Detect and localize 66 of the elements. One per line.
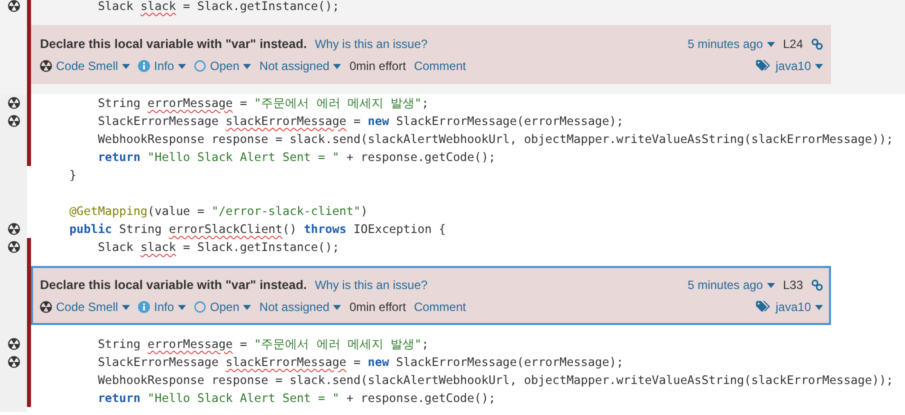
effort-label: 0min effort [349, 59, 406, 73]
why-link[interactable]: Why is this an issue? [314, 37, 428, 51]
radiation-icon[interactable] [8, 338, 20, 350]
info-icon [138, 301, 150, 313]
comment-link[interactable]: Comment [414, 300, 466, 314]
issue-card[interactable]: Declare this local variable with "var" instead. Why is this an issue? 5 minutes ago L24 Code Smell Info Open Not assigned 0min effort Comment java10 [31, 25, 831, 84]
caret-icon [178, 64, 186, 68]
caret-icon [122, 304, 130, 310]
severity-dropdown[interactable]: Info [138, 59, 186, 73]
issue-message: Declare this local variable with "var" instead. [40, 37, 307, 51]
effort-label: 0min effort [349, 300, 406, 314]
code-line: return "Hello Slack Alert Sent = " + response.getCode(); [96, 149, 496, 166]
caret-icon [243, 304, 252, 310]
tag-icon [756, 60, 772, 72]
radiation-icon[interactable] [8, 0, 20, 12]
issue-card[interactable]: Declare this local variable with "var" instead. Why is this an issue? 5 minutes ago L33 Code Smell Info Open Not assigned 0min effort Comment java10 [31, 266, 831, 325]
type-dropdown[interactable]: Code Smell [40, 59, 130, 73]
caret-icon [178, 304, 186, 310]
status-dropdown[interactable]: Open [194, 300, 252, 314]
radiation-icon[interactable] [8, 97, 20, 109]
caret-icon [766, 282, 775, 288]
code-line: Slack slack = Slack.getInstance(); [96, 239, 340, 256]
info-icon [138, 60, 150, 72]
line-number: L33 [782, 278, 803, 292]
link-icon[interactable] [811, 38, 823, 50]
age-dropdown[interactable]: 5 minutes ago [688, 37, 775, 51]
code-line: String errorMessage = "주문에서 에러 메세지 발생"; [96, 95, 429, 112]
code-line: SlackErrorMessage slackErrorMessage = new SlackErrorMessage(errorMessage); [96, 354, 624, 371]
code-line: SlackErrorMessage slackErrorMessage = new SlackErrorMessage(errorMessage); [96, 113, 624, 130]
caret-icon [333, 304, 342, 310]
age-dropdown[interactable]: 5 minutes ago [688, 278, 775, 292]
caret-icon [766, 42, 775, 46]
code-line: return "Hello Slack Alert Sent = " + response.getCode(); [96, 390, 496, 407]
caret-icon [122, 64, 130, 68]
caret-icon [243, 64, 252, 68]
tag-icon [756, 301, 772, 313]
code-line: WebhookResponse response = slack.send(slackAlertWebhookUrl, objectMapper.writeValueAsString(slackErrorMessage)); [96, 131, 894, 148]
type-dropdown[interactable]: Code Smell [40, 300, 130, 314]
code-line: Slack slack = Slack.getInstance(); [96, 0, 340, 15]
circle-icon [194, 301, 206, 313]
caret-icon [815, 64, 823, 68]
code-line: WebhookResponse response = slack.send(slackAlertWebhookUrl, objectMapper.writeValueAsString(slackErrorMessage)); [96, 372, 894, 389]
code-line: String errorMessage = "주문에서 에러 메세지 발생"; [96, 336, 429, 353]
severity-dropdown[interactable]: Info [138, 300, 186, 314]
code-line: public String errorSlackClient() throws IOException { [68, 221, 446, 238]
radiation-icon[interactable] [8, 356, 20, 368]
tag-dropdown[interactable]: java10 [756, 300, 823, 314]
code-line: @GetMapping(value = "/error-slack-client") [68, 203, 368, 220]
radiation-icon [40, 301, 52, 313]
tag-dropdown[interactable]: java10 [756, 59, 823, 73]
issue-message: Declare this local variable with "var" instead. [40, 278, 307, 292]
code-line: } [68, 167, 77, 184]
assignee-dropdown[interactable]: Not assigned [259, 300, 342, 314]
caret-icon [815, 304, 823, 310]
status-dropdown[interactable]: Open [194, 59, 252, 73]
assignee-dropdown[interactable]: Not assigned [259, 59, 342, 73]
circle-icon [194, 60, 206, 72]
line-number: L24 [782, 37, 803, 51]
comment-link[interactable]: Comment [414, 59, 466, 73]
radiation-icon[interactable] [8, 223, 20, 235]
why-link[interactable]: Why is this an issue? [314, 278, 428, 292]
radiation-icon [40, 60, 52, 72]
link-icon[interactable] [811, 279, 823, 291]
radiation-icon[interactable] [8, 115, 20, 127]
caret-icon [333, 64, 342, 68]
radiation-icon[interactable] [8, 241, 20, 253]
